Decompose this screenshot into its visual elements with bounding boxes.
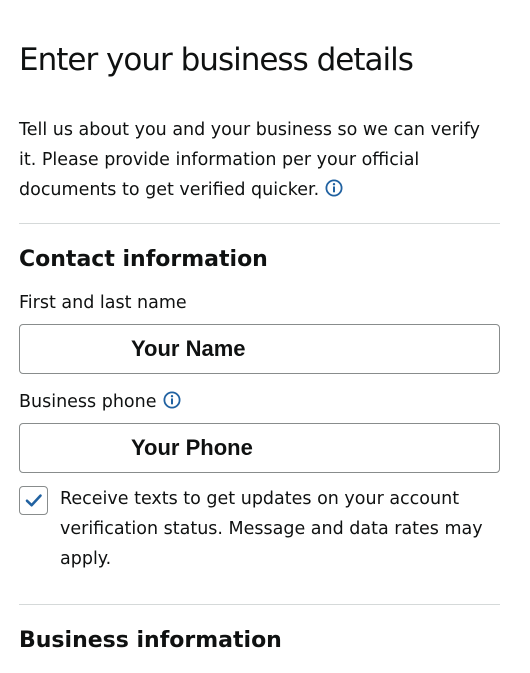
section-divider [19, 604, 500, 605]
section-divider [19, 223, 500, 224]
phone-label-text: Business phone [19, 392, 157, 412]
info-circle-icon[interactable] [163, 391, 181, 409]
name-field-label: First and last name [19, 291, 187, 315]
sms-opt-in-label[interactable]: Receive texts to get updates on your acc… [60, 484, 500, 574]
business-section-title: Business information [19, 628, 282, 653]
name-field[interactable] [19, 324, 500, 374]
sms-opt-in-checkbox[interactable] [19, 486, 48, 515]
page-title: Enter your business details [19, 42, 414, 78]
phone-field[interactable] [19, 423, 500, 473]
checkmark-icon [25, 494, 42, 507]
contact-section-title: Contact information [19, 247, 268, 272]
phone-field-label: Business phone [19, 390, 181, 414]
name-label-text: First and last name [19, 293, 187, 313]
info-circle-icon[interactable] [325, 179, 343, 197]
intro-paragraph: Tell us about you and your business so w… [19, 115, 500, 205]
intro-text: Tell us about you and your business so w… [19, 120, 480, 200]
